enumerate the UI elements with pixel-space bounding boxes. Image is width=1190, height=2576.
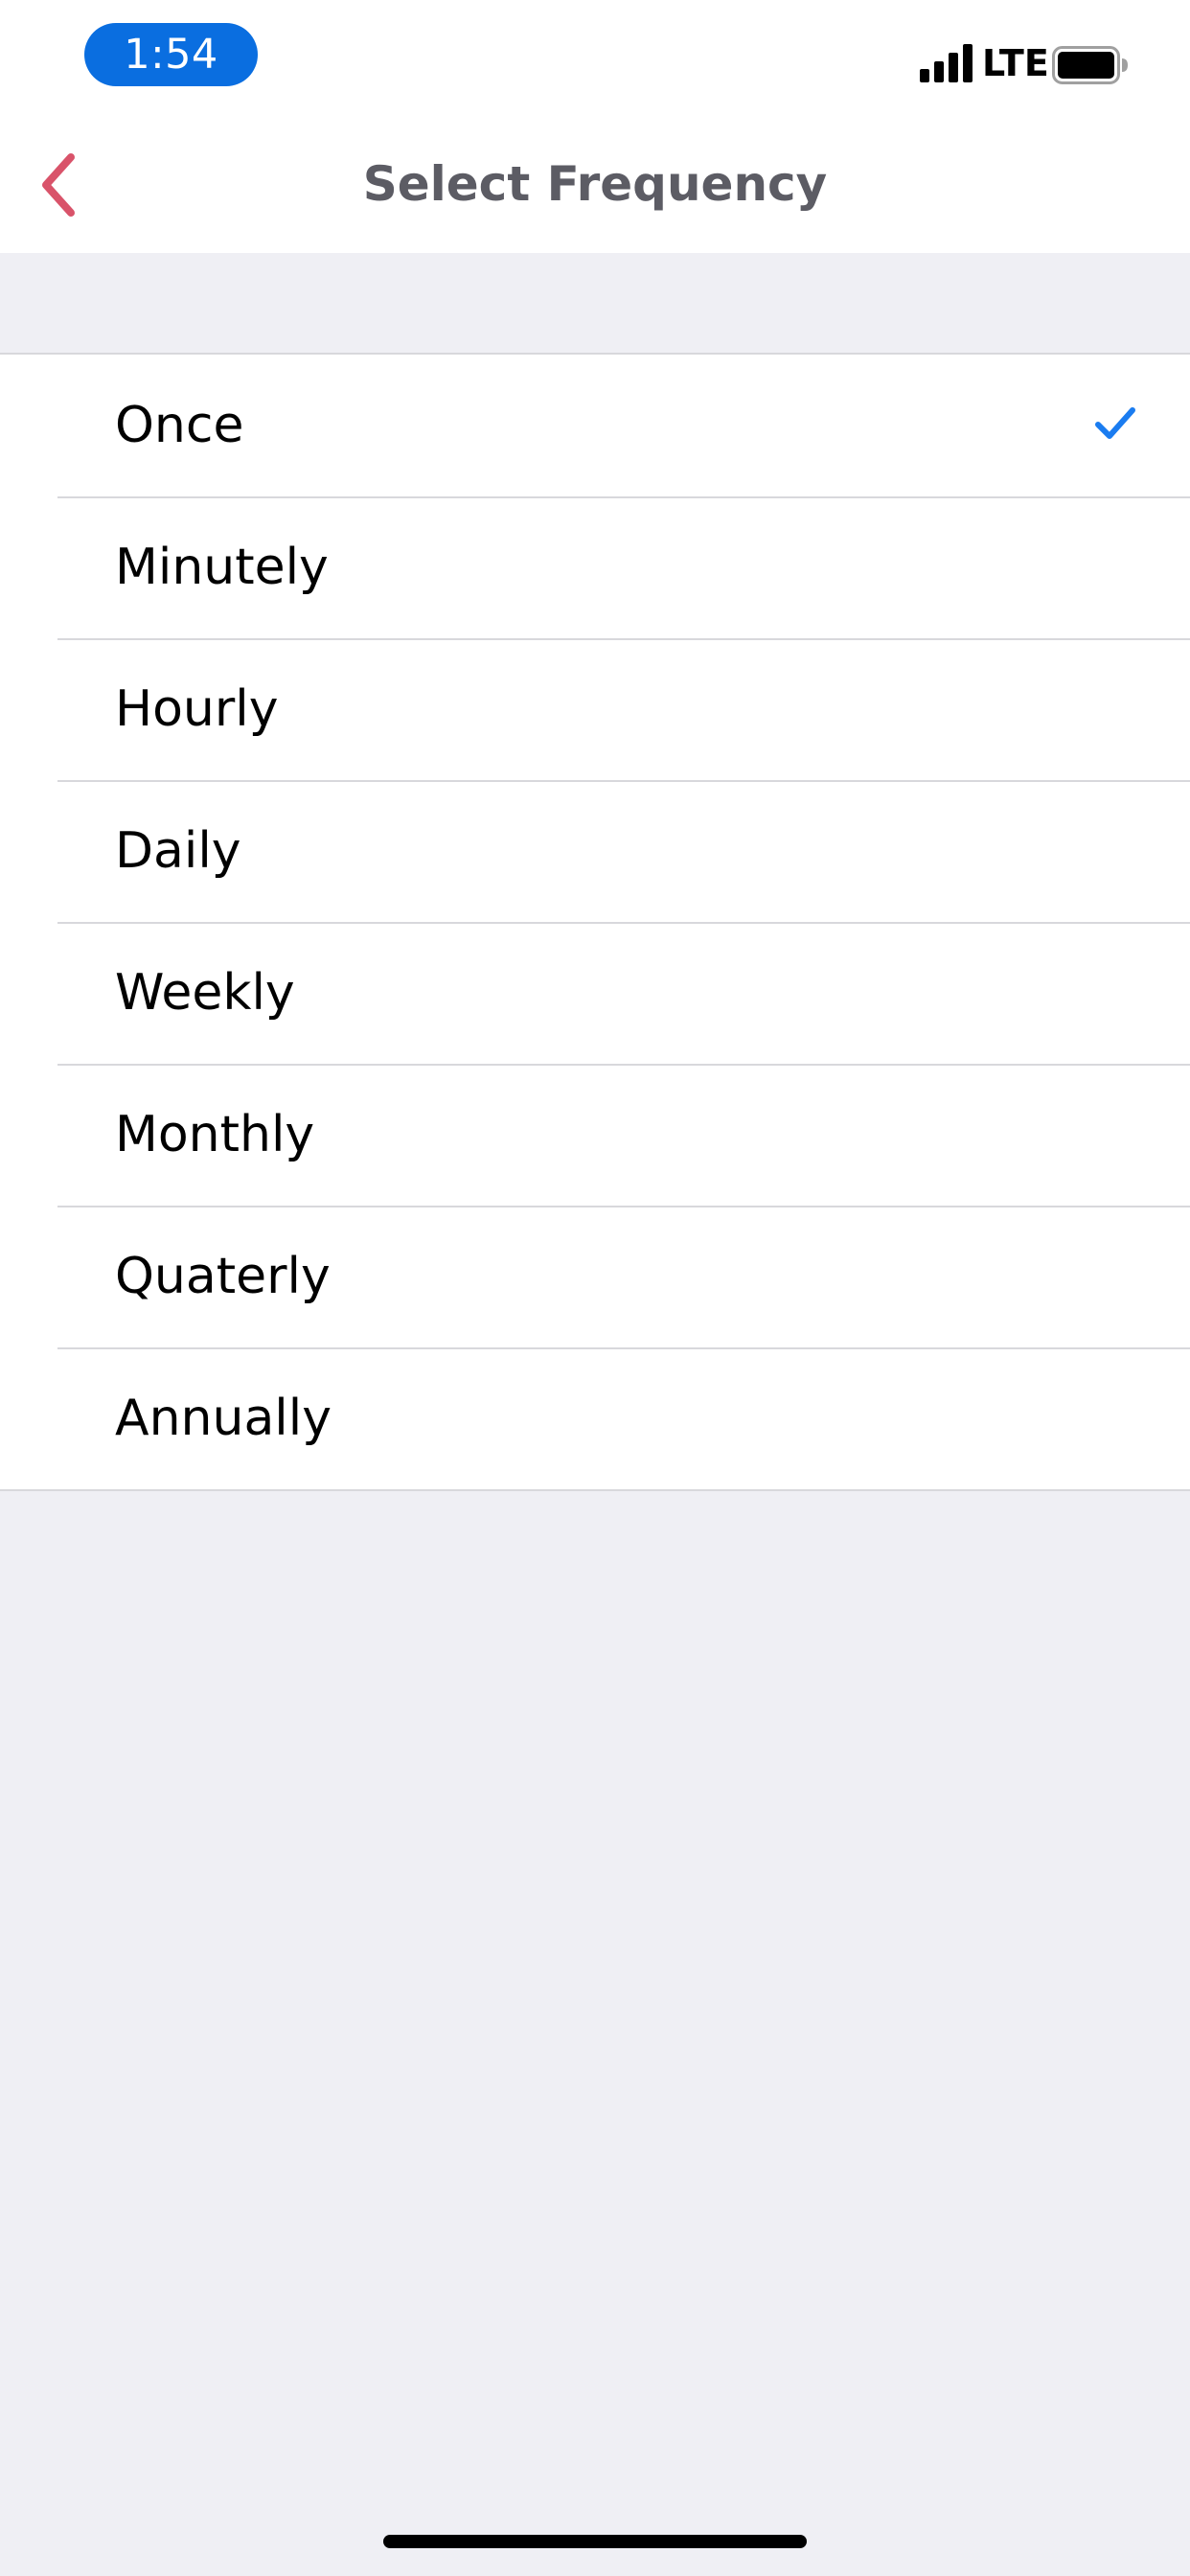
home-indicator[interactable] — [383, 2535, 807, 2548]
cellular-signal-icon — [920, 44, 973, 82]
frequency-option-hourly[interactable]: Hourly — [0, 638, 1190, 780]
option-label: Weekly — [115, 964, 295, 1022]
frequency-option-quaterly[interactable]: Quaterly — [0, 1206, 1190, 1347]
frequency-option-minutely[interactable]: Minutely — [0, 496, 1190, 638]
option-label: Minutely — [115, 539, 329, 596]
checkmark-icon — [1095, 407, 1135, 439]
frequency-option-once[interactable]: Once — [0, 355, 1190, 496]
frequency-option-annually[interactable]: Annually — [0, 1347, 1190, 1489]
option-label: Daily — [115, 822, 241, 880]
option-label: Monthly — [115, 1106, 315, 1163]
frequency-list: Once Minutely Hourly Daily Weekly Monthl… — [0, 353, 1190, 1491]
battery-icon — [1052, 46, 1128, 84]
status-time[interactable]: 1:54 — [84, 23, 258, 86]
network-type: LTE — [982, 42, 1049, 84]
option-label: Once — [115, 397, 244, 454]
option-label: Quaterly — [115, 1248, 331, 1305]
frequency-option-monthly[interactable]: Monthly — [0, 1064, 1190, 1206]
option-label: Hourly — [115, 680, 279, 738]
section-header-spacer — [0, 253, 1190, 353]
frequency-option-daily[interactable]: Daily — [0, 780, 1190, 922]
frequency-option-weekly[interactable]: Weekly — [0, 922, 1190, 1064]
page-title: Select Frequency — [362, 156, 828, 212]
navigation-bar: Select Frequency — [0, 115, 1190, 253]
option-label: Annually — [115, 1390, 332, 1447]
status-bar: 1:54 LTE — [0, 0, 1190, 115]
